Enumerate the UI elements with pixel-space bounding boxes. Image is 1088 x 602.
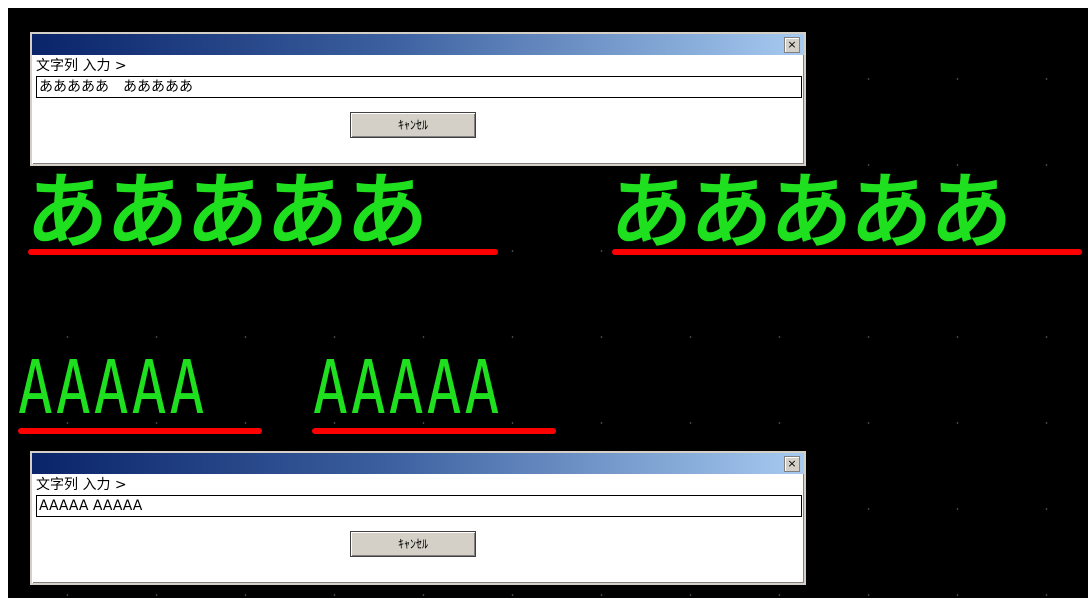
string-input[interactable]: AAAAA AAAAA [36,495,802,517]
dialog-titlebar[interactable]: × [32,453,804,474]
input-prompt: 文字列 入力 > [36,477,127,493]
cancel-button[interactable]: ｷｬﾝｾﾙ [350,531,476,557]
input-prompt: 文字列 入力 > [36,58,127,74]
close-icon: × [787,457,797,470]
canvas-text-japanese-1[interactable]: あああああ [26,168,428,258]
string-input[interactable]: あああああ あああああ [36,76,802,98]
close-button[interactable]: × [784,37,800,53]
underline-japanese-2 [612,249,1082,255]
cancel-button[interactable]: ｷｬﾝｾﾙ [350,112,476,138]
drawing-canvas[interactable]: × 文字列 入力 > あああああ あああああ ｷｬﾝｾﾙ あああああ あああああ… [8,8,1088,598]
string-input-dialog-bottom: × 文字列 入力 > AAAAA AAAAA ｷｬﾝｾﾙ [30,451,806,585]
underline-japanese-1 [28,249,498,255]
underline-latin-1 [18,428,262,434]
close-button[interactable]: × [784,456,800,472]
string-input-dialog-top: × 文字列 入力 > あああああ あああああ ｷｬﾝｾﾙ [30,32,806,166]
close-icon: × [787,38,797,51]
canvas-text-japanese-2[interactable]: あああああ [610,168,1012,258]
canvas-text-latin-2[interactable]: AAAAA [313,348,502,428]
dialog-titlebar[interactable]: × [32,34,804,55]
underline-latin-2 [312,428,556,434]
canvas-text-latin-1[interactable]: AAAAA [18,348,207,428]
